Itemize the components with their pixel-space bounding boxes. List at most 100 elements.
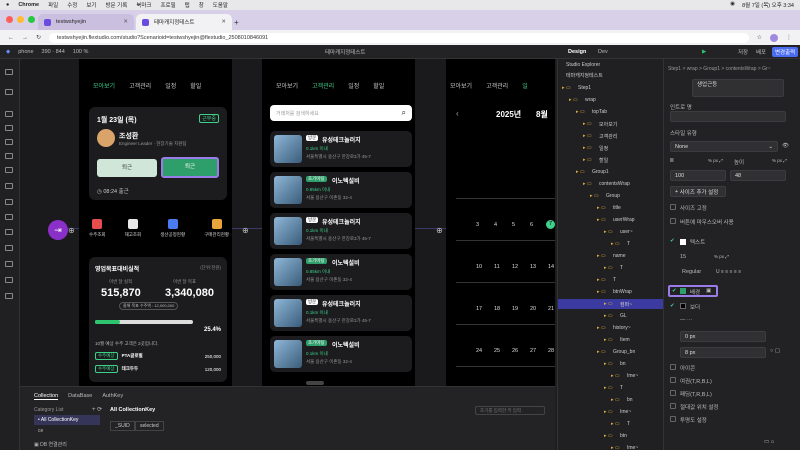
tree-node[interactable]: ▸ ▭ user~ <box>558 227 663 237</box>
calendar-day[interactable]: 11 <box>494 264 500 270</box>
input-icon[interactable] <box>5 199 13 205</box>
db-connection[interactable]: ▣ DB 연결관리 <box>34 441 67 448</box>
calendar-day[interactable]: 10 <box>476 264 482 270</box>
font-weight-select[interactable]: Regular <box>682 269 701 275</box>
bookmark-star-icon[interactable]: ☆ <box>757 34 762 41</box>
tree-node[interactable]: ▸ ▭ btnWrap <box>558 287 663 297</box>
menu-history[interactable]: 방문 기록 <box>105 1 127 9</box>
calendar-day[interactable]: 13 <box>530 264 536 270</box>
calendar-day[interactable]: 17 <box>476 306 482 312</box>
tree-node[interactable]: ▸ ▭ history~ <box>558 323 663 333</box>
tree-node[interactable]: ▸ ▭ GL <box>558 311 663 321</box>
customer-card[interactable]: 초기미팅 이노텍설비 0.85km 이내 서울 용산구 이촌동 32-4 <box>270 172 412 208</box>
height-input[interactable]: 48 <box>730 170 786 181</box>
text-check-icon[interactable]: ✔ <box>670 238 675 244</box>
browser-tab[interactable]: testwshyejin ✕ <box>38 14 134 30</box>
tree-node[interactable]: ▸ ▭ Group_bn <box>558 347 663 357</box>
tab-customers[interactable]: 고객관리 <box>129 81 151 90</box>
menu-window[interactable]: 창 <box>199 1 204 9</box>
canvas-scrollbar[interactable] <box>306 381 324 385</box>
option-checkbox[interactable] <box>670 377 676 383</box>
tree-node[interactable]: ▸ ▭ Ime~ <box>558 371 663 381</box>
tab-overview[interactable]: 모아보기 <box>276 81 298 90</box>
save-button[interactable]: 저장 <box>738 48 748 56</box>
calendar-day[interactable]: 21 <box>548 306 554 312</box>
calendar-day[interactable]: 5 <box>512 222 515 228</box>
width-input[interactable]: 100 <box>670 170 726 181</box>
element-name-field[interactable]: 생업근등 <box>692 79 784 97</box>
calendar-day[interactable]: 14 <box>548 264 554 270</box>
tree-node[interactable]: ▸ ▭ 컴퍼~ <box>558 299 663 309</box>
calendar-day[interactable]: 6 <box>530 222 533 228</box>
intro-field[interactable] <box>670 111 786 122</box>
tree-node[interactable]: ▸ ▭ T <box>558 419 663 429</box>
play-icon[interactable]: ▶ <box>702 49 706 55</box>
customer-search-input[interactable]: 거래처를 검색하세요 ⌕ <box>270 105 412 121</box>
image-icon[interactable] <box>5 125 13 131</box>
tree-node[interactable]: ▸ ▭ T <box>558 239 663 249</box>
tab-todo[interactable]: 할일 <box>373 81 384 90</box>
button-icon[interactable] <box>5 139 13 145</box>
apple-icon[interactable]: ● <box>6 2 9 8</box>
font-size-unit-toggle[interactable]: % px ⤢ <box>714 254 729 259</box>
style-type-select[interactable]: None ⌄ <box>670 141 778 152</box>
option-checkbox[interactable] <box>670 390 676 396</box>
device-select[interactable]: phone <box>18 49 33 55</box>
tree-node[interactable]: ▸ ▭ T <box>558 263 663 273</box>
text-format-icons[interactable]: U ≡ ≡ ≡ ≡ ≡ <box>716 269 741 275</box>
tree-node[interactable]: ▸ ▭ btn <box>558 431 663 441</box>
tab-customers[interactable]: 고객관리 <box>486 81 508 90</box>
calendar-day[interactable]: 27 <box>530 348 536 354</box>
fix-size-checkbox[interactable] <box>670 204 676 210</box>
app-name[interactable]: Chrome <box>18 2 39 8</box>
list-icon[interactable] <box>5 214 13 220</box>
tree-node[interactable]: ▸ ▭ wrap <box>558 95 663 105</box>
profile-avatar[interactable] <box>770 33 778 42</box>
zoom-window-button[interactable] <box>28 16 35 23</box>
tab-customers[interactable]: 고객관리 <box>312 81 334 90</box>
font-size-value[interactable]: 15 <box>680 254 686 260</box>
calendar-day[interactable]: 3 <box>476 222 479 228</box>
quick-item-purchase[interactable]: 구매관리현황 <box>204 219 229 238</box>
customer-card[interactable]: 방문 유성테크놀러지 0.1km 이내 서울특별시 용산구 한강로3가 45-7 <box>270 295 412 331</box>
layer-icon[interactable] <box>5 69 13 75</box>
menu-tab[interactable]: 탭 <box>185 1 190 9</box>
calendar-day[interactable]: 18 <box>494 306 500 312</box>
deploy-button[interactable]: 배포 <box>756 48 766 56</box>
tree-node[interactable]: ▸ ▭ Ime~ <box>558 443 663 450</box>
browser-menu-icon[interactable]: ⋮ <box>786 34 792 41</box>
tree-node[interactable]: ▸ ▭ contentsWrap <box>558 179 663 189</box>
tab-overview[interactable]: 모아보기 <box>450 81 472 90</box>
calendar-day[interactable]: 20 <box>530 306 536 312</box>
design-canvas[interactable]: ⇥ ⊕ ⊕ ⊕ 모아보기 고객관리 일정 할일 1월 23일 (목) 근무중 조… <box>20 59 555 386</box>
menu-edit[interactable]: 수정 <box>67 1 77 9</box>
calendar-day[interactable]: 4 <box>494 222 497 228</box>
customer-card[interactable]: 초기미팅 이노텍설비 0.1km 이내 서울 용산구 이촌동 32-4 <box>270 336 412 372</box>
chart-icon[interactable] <box>5 261 13 267</box>
corner-toggle-icon[interactable]: ○ ▢ <box>770 348 780 354</box>
screen-customers[interactable]: 모아보기 고객관리 일정 할일 거래처를 검색하세요 ⌕ 방문 유성테크놀러지 0.1… <box>262 59 415 386</box>
tree-node[interactable]: ▸ ▭ 일정 <box>558 143 663 153</box>
tree-node[interactable]: ▸ ▭ 할일 <box>558 155 663 165</box>
quick-item-production[interactable]: 생산공정현황 <box>160 219 185 238</box>
footer-icons[interactable]: ▭ ⌂ <box>764 439 774 445</box>
calendar-day[interactable]: 26 <box>512 348 518 354</box>
calendar-day[interactable]: 24 <box>476 348 482 354</box>
field-chip[interactable]: selected <box>135 421 164 431</box>
tree-node[interactable]: ▸ ▭ Step1 <box>558 83 663 93</box>
prev-month-icon[interactable]: ‹ <box>456 109 459 118</box>
text-icon[interactable] <box>5 153 13 159</box>
tree-node[interactable]: ▸ ▭ topTab <box>558 107 663 117</box>
toggle-icon[interactable] <box>5 183 13 189</box>
border-color-swatch[interactable] <box>680 303 686 309</box>
close-tab-icon[interactable]: ✕ <box>123 19 128 25</box>
border-radius-input[interactable]: 8 px <box>680 347 766 358</box>
reload-icon[interactable]: ↻ <box>36 34 41 41</box>
forecast-row[interactable]: 수주예상 테크두두 120,000 <box>95 365 221 373</box>
tab-schedule[interactable]: 일정 <box>165 81 176 90</box>
tab-schedule[interactable]: 일 <box>522 81 528 90</box>
tree-node[interactable]: ▸ ▭ bn <box>558 395 663 405</box>
tab-design[interactable]: Design <box>568 49 586 55</box>
option-checkbox[interactable] <box>670 416 676 422</box>
clock[interactable]: 8월 7일 (목) 오후 3:34 <box>742 1 794 9</box>
